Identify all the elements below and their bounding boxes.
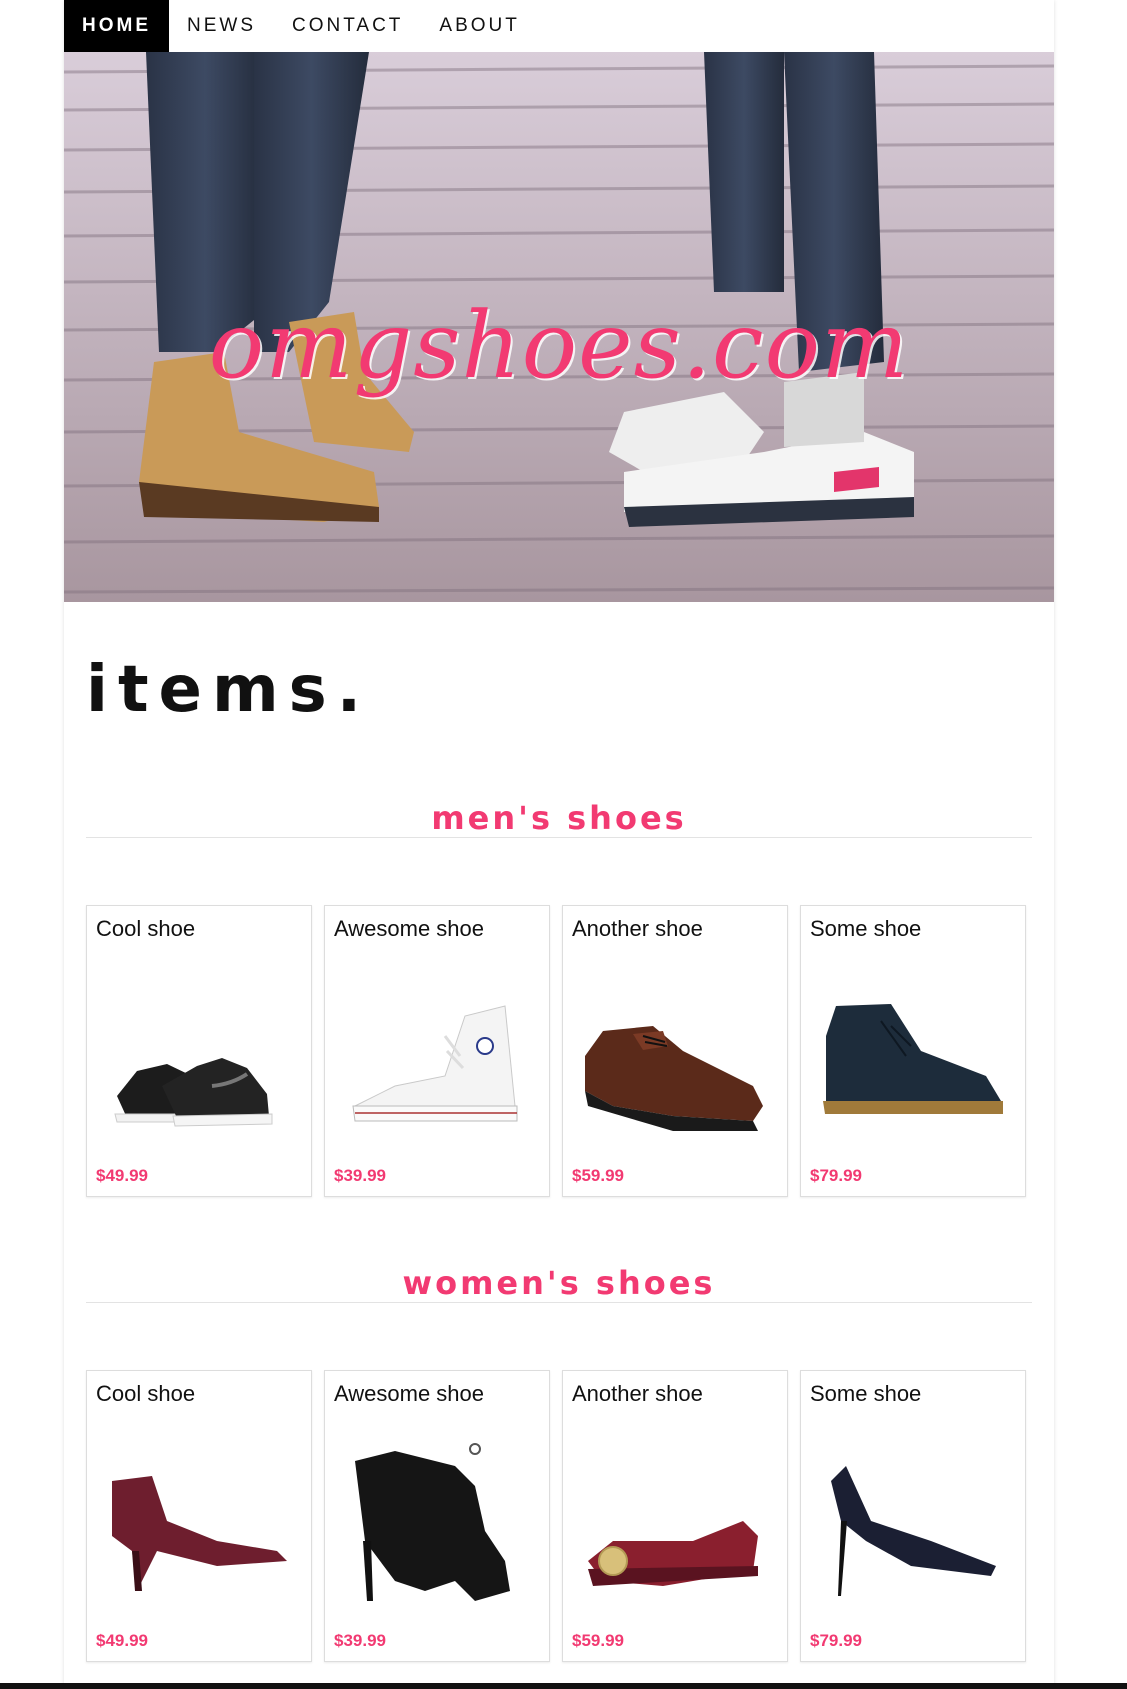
product-grid-mens: Cool shoe $49.99 Awesome shoe $39.99 Ano… — [86, 905, 1036, 1197]
product-image — [114, 1058, 273, 1127]
brand-logo[interactable]: omgshoes.com — [64, 300, 1054, 392]
section-heading-mens: men's shoes — [431, 799, 687, 837]
product-price: $39.99 — [334, 1631, 386, 1650]
hero-banner: omgshoes.com — [64, 52, 1054, 602]
product-card[interactable]: Awesome shoe $39.99 — [324, 905, 550, 1197]
product-image — [585, 1026, 763, 1131]
product-name: Awesome shoe — [334, 1381, 485, 1406]
page-bottom-bar — [0, 1683, 1127, 1689]
product-name: Some shoe — [810, 916, 922, 941]
section-divider — [86, 1302, 1032, 1303]
product-grid-womens: Cool shoe $49.99 Awesome shoe $39.99 Ano… — [86, 1370, 1036, 1662]
product-card[interactable]: Some shoe $79.99 — [800, 905, 1026, 1197]
nav-home[interactable]: HOME — [64, 0, 169, 52]
product-name: Cool shoe — [96, 1381, 196, 1406]
product-image — [112, 1476, 287, 1591]
product-card[interactable]: Cool shoe $49.99 — [86, 1370, 312, 1662]
nav-news[interactable]: NEWS — [169, 0, 274, 52]
product-card[interactable]: Some shoe $79.99 — [800, 1370, 1026, 1662]
product-image — [823, 1004, 1003, 1114]
product-image — [831, 1466, 996, 1596]
product-card[interactable]: Awesome shoe $39.99 — [324, 1370, 550, 1662]
product-price: $59.99 — [572, 1166, 624, 1185]
product-card[interactable]: Cool shoe $49.99 — [86, 905, 312, 1197]
product-price: $49.99 — [96, 1631, 148, 1650]
product-image — [588, 1521, 758, 1586]
product-card[interactable]: Another shoe $59.99 — [562, 905, 788, 1197]
page-title: items. — [86, 653, 372, 727]
section-divider — [86, 837, 1032, 838]
product-name: Awesome shoe — [334, 916, 485, 941]
section-heading-womens: women's shoes — [402, 1264, 716, 1302]
nav-about[interactable]: ABOUT — [421, 0, 537, 52]
product-name: Another shoe — [572, 1381, 703, 1406]
product-image — [355, 1443, 510, 1601]
page-container: HOME NEWS CONTACT ABOUT omgshoes.com ite… — [64, 0, 1054, 1689]
top-nav: HOME NEWS CONTACT ABOUT — [64, 0, 1054, 52]
product-name: Another shoe — [572, 916, 703, 941]
nav-contact[interactable]: CONTACT — [274, 0, 421, 52]
product-price: $49.99 — [96, 1166, 148, 1185]
product-price: $79.99 — [810, 1166, 862, 1185]
product-price: $59.99 — [572, 1631, 624, 1650]
product-price: $39.99 — [334, 1166, 386, 1185]
product-card[interactable]: Another shoe $59.99 — [562, 1370, 788, 1662]
product-name: Cool shoe — [96, 916, 196, 941]
product-name: Some shoe — [810, 1381, 922, 1406]
product-price: $79.99 — [810, 1631, 862, 1650]
product-image — [352, 1005, 518, 1122]
